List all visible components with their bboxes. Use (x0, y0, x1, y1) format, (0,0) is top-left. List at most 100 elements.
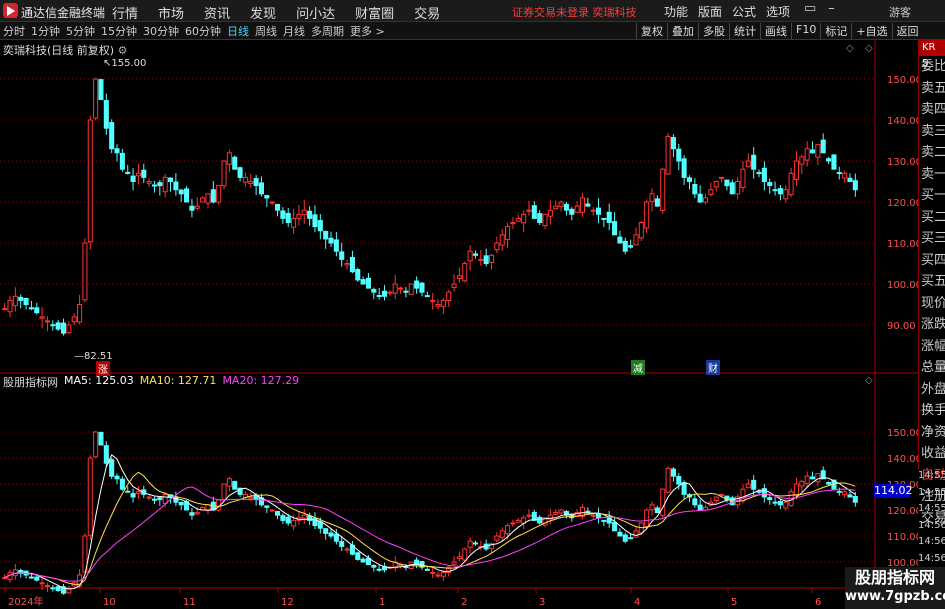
tab-more[interactable]: 更多 > (350, 23, 385, 39)
sidebar-item-10[interactable]: 买五 (919, 271, 945, 293)
menu-item-gongneng[interactable]: 功能 (664, 3, 688, 20)
candle-body-bottom (681, 482, 687, 495)
candle-body-bottom (713, 496, 719, 501)
candle-body-bottom (537, 516, 543, 524)
sidebar-item-3[interactable]: 卖三 (919, 121, 945, 143)
menu-item-shichang[interactable]: 市场 (158, 3, 184, 22)
minimize-icon[interactable]: – (828, 1, 835, 16)
marker-jian[interactable]: 减 (631, 360, 645, 375)
settings-gear-icon[interactable]: ⚙ (118, 44, 128, 57)
kline-chart[interactable]: 90.00 100.00 110.00 120.00 130.00 140.00 150.0… (0, 40, 918, 609)
sidebar-item-12[interactable]: 涨跌 (919, 314, 945, 336)
sidebar-item-9[interactable]: 买四 (919, 250, 945, 272)
menu-item-xuanxiang[interactable]: 选项 (766, 3, 790, 20)
guest-label[interactable]: 游客 (889, 4, 911, 20)
candle-body-top (103, 100, 109, 129)
candle-body-bottom (440, 571, 446, 577)
tab-30min[interactable]: 30分钟 (143, 23, 179, 39)
candle-body-top (419, 282, 425, 293)
sidebar-item-14[interactable]: 总量 (919, 357, 945, 379)
indicator-name[interactable]: 股朋指标网 (3, 374, 58, 390)
candle-body-bottom (515, 519, 521, 523)
candle-body-bottom (558, 509, 564, 514)
sidebar-item-17[interactable]: 净资 (919, 422, 945, 444)
candle-body-top (408, 283, 414, 295)
candle-body-bottom (804, 475, 810, 484)
menu-item-wenxiaoda[interactable]: 问小达 (296, 3, 335, 22)
biaoji-button[interactable]: 标记 (820, 23, 851, 39)
candle-body-top (18, 296, 24, 301)
candle-body-top (654, 198, 660, 207)
sidebar-item-7[interactable]: 买二 (919, 207, 945, 229)
candle-body-top (291, 217, 297, 228)
f10-button[interactable]: F10 (791, 23, 820, 39)
menu-item-banmian[interactable]: 版面 (698, 3, 722, 20)
indicator-close-icon[interactable]: ◇ (865, 375, 873, 386)
candle-body-top (617, 236, 623, 244)
sidebar-item-11[interactable]: 现价 (919, 293, 945, 315)
sidebar-item-0[interactable]: 委比 (919, 56, 945, 78)
panel-close-icon[interactable]: ◇ (865, 43, 873, 54)
menu-item-gongshi[interactable]: 公式 (732, 3, 756, 20)
sidebar-item-4[interactable]: 卖二 (919, 142, 945, 164)
tab-60min[interactable]: 60分钟 (185, 23, 221, 39)
candle-body-bottom (510, 522, 516, 525)
tongji-button[interactable]: 统计 (729, 23, 760, 39)
tab-daily[interactable]: 日线 (227, 23, 249, 39)
sidebar-item-5[interactable]: 卖一 (919, 164, 945, 186)
x-tick-label: 12 (281, 597, 294, 608)
candle-body-top (167, 177, 174, 182)
y-tick-label: 110.00 (887, 239, 918, 250)
tab-5min[interactable]: 5分钟 (66, 23, 95, 39)
tab-multi-period[interactable]: 多周期 (311, 23, 344, 39)
x-tick-label: 2 (461, 597, 467, 608)
candle-body-top (563, 203, 569, 211)
sidebar-item-15[interactable]: 外盘 (919, 379, 945, 401)
candle-body-top (708, 189, 714, 195)
back-button[interactable]: 返回 (891, 23, 923, 39)
candle-body-top (842, 172, 848, 179)
menu-bar: 通达信金融终端 行情 市场 资讯 发现 问小达 财富圈 交易 证券交易未登录 奕… (0, 0, 945, 22)
candle-body-bottom (505, 525, 511, 535)
login-notice[interactable]: 证券交易未登录 奕瑞科技 (512, 4, 637, 20)
candle-body-bottom (633, 530, 639, 538)
candle-body-bottom (826, 482, 832, 485)
candle-body-bottom (836, 490, 842, 493)
tab-1min[interactable]: 1分钟 (31, 23, 60, 39)
tab-fenshi[interactable]: 分时 (3, 23, 25, 39)
huaxian-button[interactable]: 画线 (760, 23, 791, 39)
candle-body-bottom (333, 533, 339, 542)
tick-time: 14:56 (918, 519, 945, 531)
sidebar-item-8[interactable]: 买三 (919, 228, 945, 250)
tab-monthly[interactable]: 月线 (283, 23, 305, 39)
duogu-button[interactable]: 多股 (698, 23, 729, 39)
menu-item-zixun[interactable]: 资讯 (204, 3, 230, 22)
candle-body-top (435, 304, 441, 307)
kr-badge[interactable]: KR 5 (919, 40, 945, 69)
menu-item-faxian[interactable]: 发现 (250, 3, 276, 22)
skin-icon[interactable]: ▭ (804, 1, 816, 16)
add-watchlist-button[interactable]: +自选 (851, 23, 891, 39)
sidebar-item-16[interactable]: 换手 (919, 400, 945, 422)
candle-body-top (339, 251, 345, 260)
panel-option-icon[interactable]: ◇ (846, 43, 854, 54)
sidebar-item-2[interactable]: 卖四 (919, 99, 945, 121)
diejia-button[interactable]: 叠加 (667, 23, 698, 39)
sidebar-item-1[interactable]: 卖五 (919, 78, 945, 100)
candle-body-top (676, 148, 682, 162)
menu-item-hangqing[interactable]: 行情 (112, 3, 138, 22)
menu-item-caifuquan[interactable]: 财富圈 (355, 3, 394, 22)
y-tick-label: 100.00 (887, 280, 918, 291)
tab-15min[interactable]: 15分钟 (101, 23, 137, 39)
candle-body-top (280, 210, 286, 219)
sidebar-item-6[interactable]: 买一 (919, 185, 945, 207)
sidebar-item-13[interactable]: 涨幅 (919, 336, 945, 358)
sidebar-item-18[interactable]: 收益 (919, 443, 945, 465)
candle-body-bottom (494, 535, 500, 541)
fuquan-button[interactable]: 复权 (636, 23, 667, 39)
tab-weekly[interactable]: 周线 (255, 23, 277, 39)
marker-cai[interactable]: 财 (706, 360, 720, 375)
candle-body-top (173, 181, 179, 191)
menu-item-jiaoyi[interactable]: 交易 (414, 3, 440, 22)
candle-body-bottom (125, 490, 131, 493)
